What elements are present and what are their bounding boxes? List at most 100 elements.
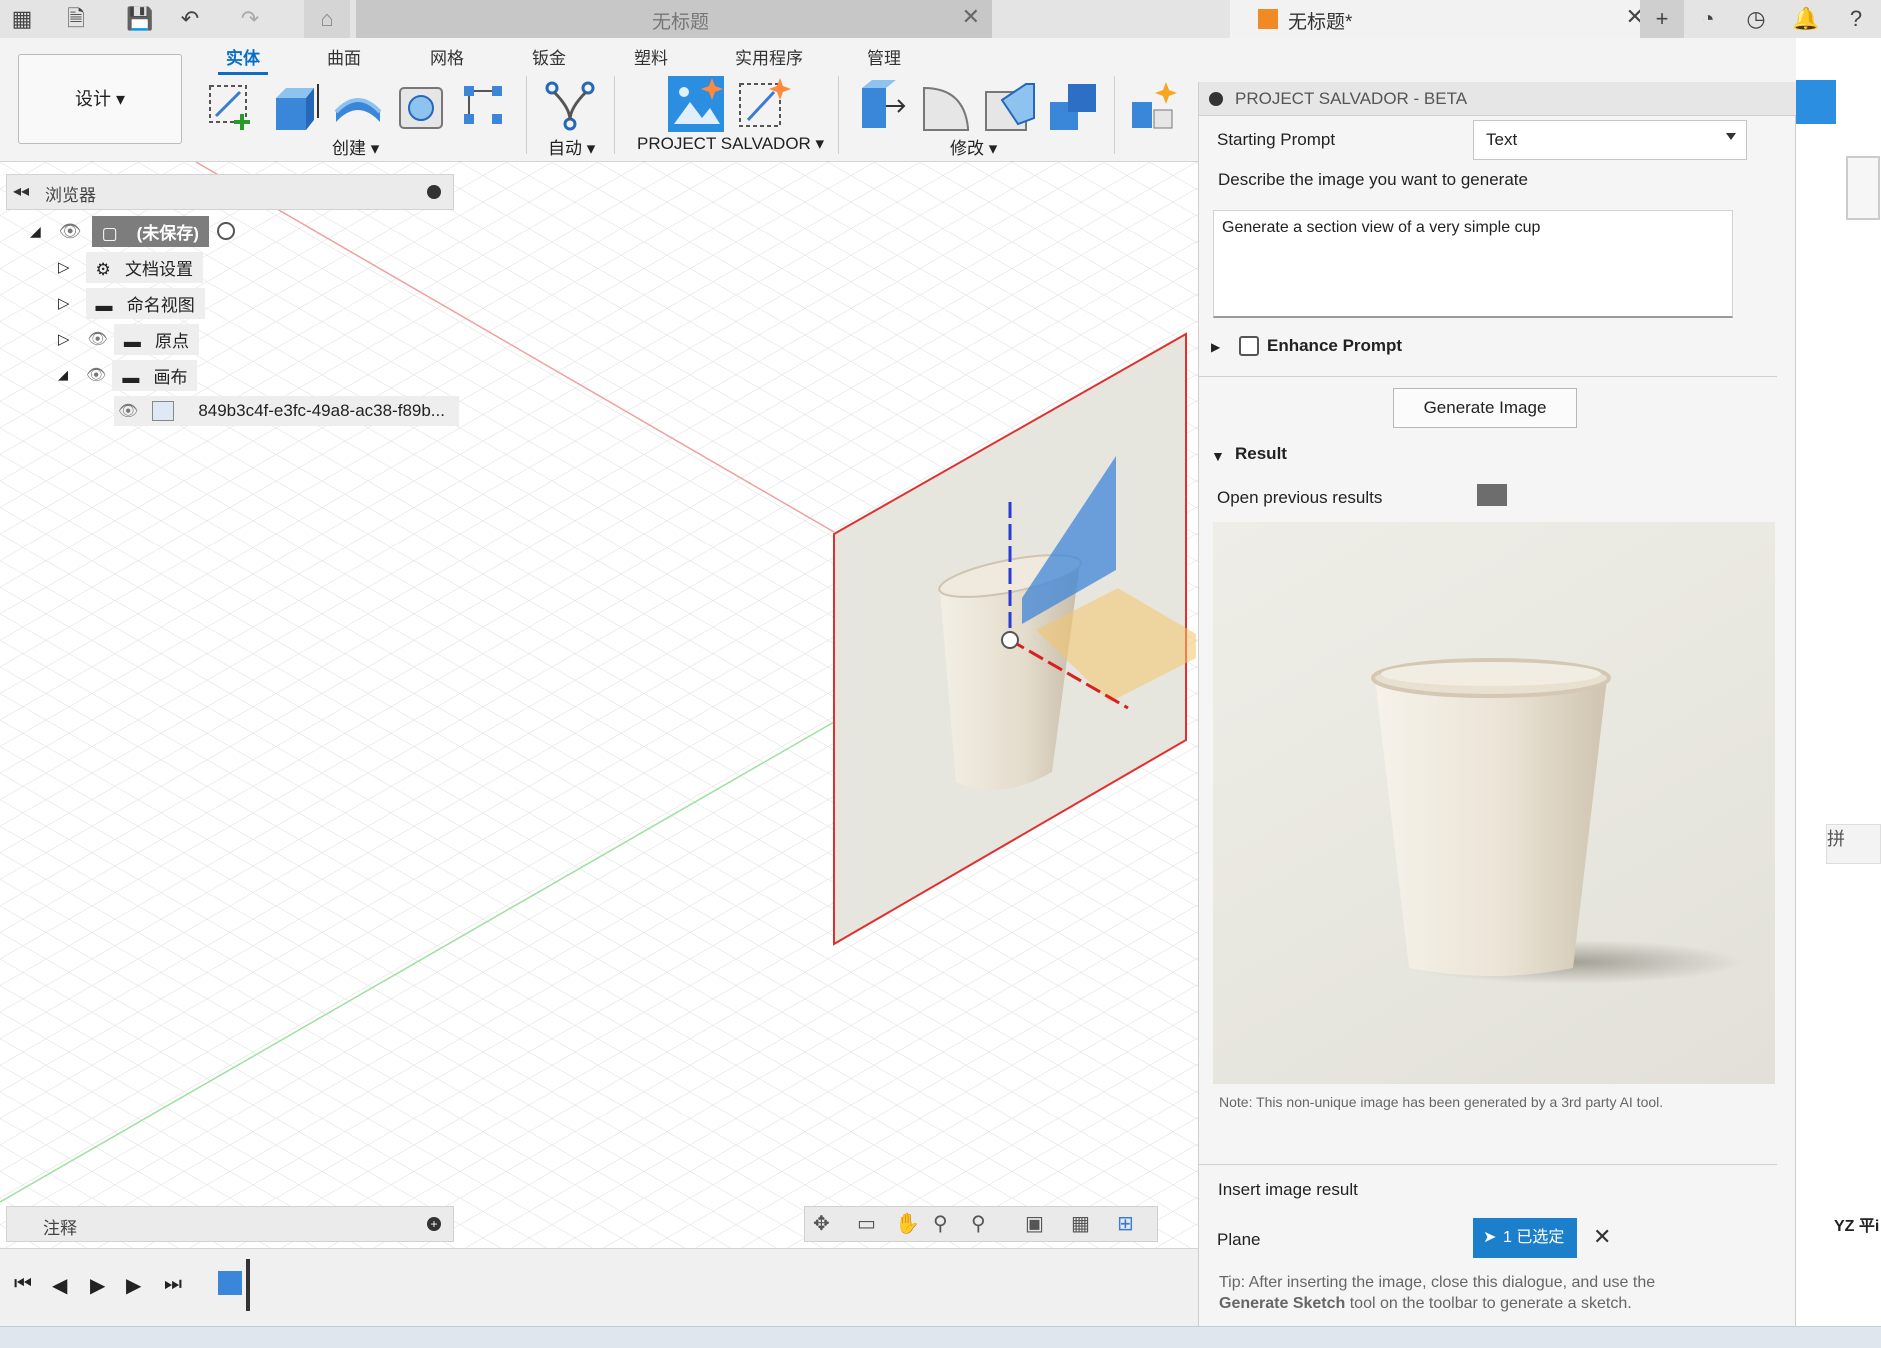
help-icon[interactable]: ? bbox=[1840, 4, 1872, 34]
visibility-eye-icon[interactable]: 👁 bbox=[118, 401, 138, 421]
activate-radio-icon[interactable] bbox=[216, 222, 235, 240]
tab-surface[interactable]: 曲面 bbox=[327, 44, 361, 69]
file-menu-icon[interactable]: 🗎 bbox=[60, 4, 92, 34]
tab-mesh[interactable]: 网格 bbox=[430, 44, 464, 69]
salvador-group-label[interactable]: PROJECT SALVADOR ▾ bbox=[637, 134, 824, 154]
document-tab-title: 无标题 bbox=[652, 12, 710, 33]
tree-item-canvases[interactable]: ◢ 👁 ▬ 画布 bbox=[58, 359, 198, 391]
save-icon[interactable]: 💾 bbox=[124, 4, 156, 34]
prompt-textarea[interactable]: Generate a section view of a very simple… bbox=[1213, 210, 1733, 318]
extrude-icon[interactable] bbox=[268, 78, 324, 134]
create-group-label[interactable]: 创建 ▾ bbox=[332, 134, 379, 159]
look-at-icon[interactable]: ▭ bbox=[857, 1211, 876, 1236]
tab-plastic[interactable]: 塑料 bbox=[634, 44, 668, 69]
design-cube-icon bbox=[1258, 9, 1278, 29]
tree-item-named-views[interactable]: ▷ ▬ 命名视图 bbox=[58, 287, 205, 319]
orbit-icon[interactable]: ✥ bbox=[813, 1211, 830, 1236]
zoom-icon[interactable]: ⚲ bbox=[933, 1211, 948, 1236]
salvador-dialog: PROJECT SALVADOR - BETA Starting Prompt … bbox=[1198, 82, 1797, 1326]
home-icon[interactable]: ⌂ bbox=[304, 0, 350, 38]
tree-item-origin[interactable]: ▷ 👁 ▬ 原点 bbox=[58, 323, 200, 355]
visibility-eye-icon[interactable]: 👁 bbox=[59, 221, 82, 242]
timeline-canvas-feature-icon[interactable] bbox=[218, 1271, 242, 1295]
visibility-eye-icon[interactable]: 👁 bbox=[86, 365, 106, 385]
tree-item-label: ▬ 命名视图 bbox=[85, 287, 205, 319]
assemble-icon[interactable] bbox=[1126, 78, 1182, 134]
generate-image-icon[interactable] bbox=[666, 74, 726, 134]
viewport-right-edge: 拼 YZ 平i bbox=[1796, 38, 1881, 1326]
folder-icon[interactable] bbox=[1477, 484, 1507, 506]
collapse-arrow-icon[interactable]: ▼ bbox=[1211, 448, 1225, 464]
tab-manage[interactable]: 管理 bbox=[867, 44, 901, 69]
starting-prompt-value: Text bbox=[1486, 130, 1518, 149]
os-taskbar bbox=[0, 1326, 1881, 1348]
visibility-eye-icon[interactable]: 👁 bbox=[88, 329, 108, 349]
generate-image-button[interactable]: Generate Image bbox=[1393, 388, 1577, 428]
display-settings-icon[interactable]: ▣ bbox=[1025, 1211, 1044, 1236]
starting-prompt-select[interactable]: Text bbox=[1473, 120, 1747, 160]
fillet-icon[interactable] bbox=[918, 78, 974, 134]
document-tab-inactive[interactable]: 无标题 ✕ bbox=[356, 0, 992, 38]
go-to-end-icon[interactable]: ⏭ bbox=[164, 1273, 182, 1296]
dialog-collapse-icon[interactable] bbox=[1209, 92, 1223, 106]
tree-item-doc-settings[interactable]: ▷ ⚙ 文档设置 bbox=[58, 251, 203, 283]
expand-arrow-icon[interactable]: ▷ bbox=[58, 294, 70, 312]
press-pull-icon[interactable] bbox=[852, 78, 908, 134]
new-tab-icon[interactable]: + bbox=[1640, 0, 1684, 38]
combine-icon[interactable] bbox=[1046, 78, 1102, 134]
expand-arrow-icon[interactable]: ◢ bbox=[30, 223, 41, 240]
ime-toolbar[interactable]: 拼 bbox=[1826, 824, 1881, 864]
timeline-marker[interactable] bbox=[246, 1259, 250, 1311]
browser-minimize-icon[interactable] bbox=[427, 185, 441, 199]
automate-group-label[interactable]: 自动 ▾ bbox=[548, 134, 595, 159]
origin-point[interactable] bbox=[1001, 631, 1019, 649]
tip-text: Tip: After inserting the image, close th… bbox=[1219, 1274, 1656, 1291]
tab-sheet-metal[interactable]: 钣金 bbox=[532, 44, 566, 69]
plane-selection-button[interactable]: ➤ 1 已选定 bbox=[1473, 1218, 1577, 1258]
redo-icon[interactable]: ↷ bbox=[234, 4, 266, 34]
automate-icon[interactable] bbox=[542, 78, 598, 134]
app-grid-icon[interactable]: ▦ bbox=[6, 4, 38, 34]
expand-arrow-icon[interactable]: ▶ bbox=[1211, 340, 1220, 354]
step-forward-icon[interactable]: ▶ bbox=[126, 1273, 141, 1298]
browser-title: 浏览器 bbox=[45, 186, 96, 205]
notifications-icon[interactable]: 🔔 bbox=[1790, 4, 1822, 34]
pan-icon[interactable]: ✋ bbox=[895, 1211, 920, 1236]
shell-icon[interactable] bbox=[394, 78, 450, 134]
tab-utilities[interactable]: 实用程序 bbox=[735, 44, 803, 69]
modify-group-label[interactable]: 修改 ▾ bbox=[950, 134, 997, 159]
close-tab-icon[interactable]: ✕ bbox=[962, 4, 980, 30]
tree-item-label: ▬ 画布 bbox=[112, 359, 198, 391]
generate-sketch-icon[interactable] bbox=[734, 74, 794, 134]
enhance-prompt-checkbox[interactable] bbox=[1239, 336, 1259, 356]
undo-icon[interactable]: ↶ bbox=[174, 4, 206, 34]
workspace-switcher[interactable]: 设计 ▾ bbox=[18, 54, 182, 144]
expand-arrow-icon[interactable]: ◢ bbox=[58, 367, 68, 383]
extensions-icon[interactable]: ◔ bbox=[1692, 4, 1724, 34]
tree-root[interactable]: ◢ 👁 ▢ (未保存) bbox=[30, 215, 235, 247]
grid-settings-icon[interactable]: ▦ bbox=[1071, 1211, 1090, 1236]
comments-panel-header[interactable]: 注释 + bbox=[6, 1206, 454, 1242]
tab-solid[interactable]: 实体 bbox=[218, 44, 268, 75]
job-status-icon[interactable]: ◷ bbox=[1740, 4, 1772, 34]
expand-arrow-icon[interactable]: ▷ bbox=[58, 258, 70, 276]
chamfer-icon[interactable] bbox=[982, 78, 1038, 134]
document-tab-title: 无标题* bbox=[1288, 12, 1353, 33]
expand-arrow-icon[interactable]: ▷ bbox=[58, 330, 70, 348]
generate-image-tool-icon[interactable] bbox=[1796, 80, 1836, 124]
document-tab-active[interactable]: 无标题* ✕ bbox=[1230, 0, 1650, 38]
browser-panel-header[interactable]: ◂◂ 浏览器 bbox=[6, 174, 454, 210]
viewports-icon[interactable]: ⊞ bbox=[1117, 1211, 1134, 1236]
pattern-icon[interactable] bbox=[456, 78, 512, 134]
add-comment-icon[interactable]: + bbox=[427, 1217, 441, 1231]
play-icon[interactable]: ▶ bbox=[90, 1273, 105, 1298]
create-sketch-icon[interactable] bbox=[204, 78, 260, 134]
revolve-icon[interactable] bbox=[330, 78, 386, 134]
go-to-start-icon[interactable]: ⏮ bbox=[14, 1273, 32, 1296]
tree-item-canvas-image[interactable]: 👁 849b3c4f-e3fc-49a8-ac38-f89b... bbox=[114, 396, 459, 426]
clear-selection-icon[interactable]: ✕ bbox=[1593, 1224, 1611, 1250]
collapse-browser-icon[interactable]: ◂◂ bbox=[13, 181, 29, 201]
step-back-icon[interactable]: ◀ bbox=[52, 1273, 67, 1298]
view-cube[interactable] bbox=[1846, 156, 1880, 220]
zoom-window-icon[interactable]: ⚲ bbox=[971, 1211, 986, 1236]
